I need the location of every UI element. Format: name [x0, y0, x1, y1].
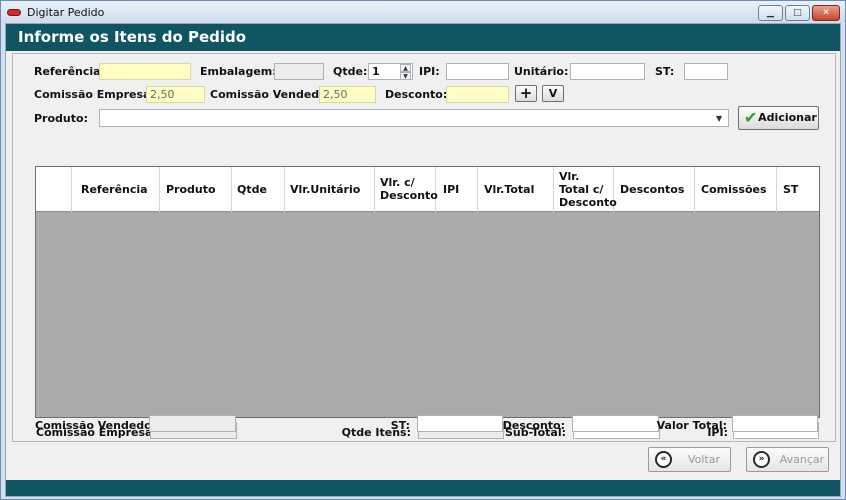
embalagem-label: Embalagem:	[200, 65, 277, 78]
window: Digitar Pedido ▁ □ ✕ Informe os Itens do…	[0, 0, 846, 500]
window-title: Digitar Pedido	[27, 6, 105, 19]
grid-selector-column	[36, 167, 72, 212]
qtde-down-icon[interactable]: ▼	[400, 72, 411, 80]
col-referencia[interactable]: Referência	[72, 167, 160, 212]
minimize-button[interactable]: ▁	[758, 5, 783, 21]
ipi-label: IPI:	[419, 65, 440, 78]
valor-total-label: Valor Total:	[656, 419, 727, 432]
adicionar-button[interactable]: ✔ Adicionar	[738, 106, 819, 130]
add-discount-button[interactable]: +	[515, 85, 537, 102]
voltar-button[interactable]: « Voltar	[648, 447, 731, 472]
col-qtde[interactable]: Qtde	[232, 167, 285, 212]
avancar-label: Avançar	[779, 453, 825, 466]
total-st-field[interactable]	[417, 415, 503, 432]
desconto-input[interactable]	[446, 86, 509, 103]
total-desconto-label: Desconto:	[502, 419, 565, 432]
col-ipi[interactable]: IPI	[436, 167, 478, 212]
title-bar: Digitar Pedido ▁ □ ✕	[1, 1, 845, 23]
chevron-down-icon[interactable]: ▼	[716, 114, 722, 123]
client-area: Informe os Itens do Pedido Referência: E…	[5, 23, 841, 497]
total-st-label: ST:	[390, 419, 410, 432]
col-vlr-total[interactable]: Vlr.Total	[478, 167, 554, 212]
check-icon: ✔	[744, 108, 758, 127]
status-bar	[6, 480, 840, 496]
items-panel: Referência: Embalagem: Qtde: 1 ▲ ▼ IPI: …	[12, 53, 836, 442]
v-button[interactable]: V	[542, 85, 564, 102]
referencia-input[interactable]	[99, 63, 191, 80]
unitario-label: Unitário:	[514, 65, 569, 78]
col-st[interactable]: ST	[777, 167, 819, 212]
st-label: ST:	[655, 65, 675, 78]
referencia-label: Referência:	[34, 65, 106, 78]
total-comissao-vendedor-label: Comissão Vendedor:	[35, 419, 162, 432]
page-title: Informe os Itens do Pedido	[6, 24, 840, 51]
unitario-input[interactable]	[570, 63, 645, 80]
items-grid[interactable]: Referência Produto Qtde Vlr.Unitário Vlr…	[35, 166, 820, 418]
comissao-vendedor-input[interactable]: 2,50	[319, 86, 376, 103]
embalagem-input[interactable]	[274, 63, 324, 80]
double-chevron-right-icon: »	[753, 451, 770, 468]
col-comissoes[interactable]: Comissões	[695, 167, 777, 212]
produto-select[interactable]	[99, 109, 729, 127]
comissao-empresa-input[interactable]: 2,50	[146, 86, 205, 103]
qtde-up-icon[interactable]: ▲	[400, 64, 411, 72]
maximize-button[interactable]: □	[785, 5, 810, 21]
close-button[interactable]: ✕	[812, 5, 840, 21]
st-input[interactable]	[684, 63, 728, 80]
app-icon	[7, 9, 21, 16]
desconto-label: Desconto:	[385, 88, 448, 101]
total-desconto-field[interactable]	[572, 415, 659, 432]
ipi-input[interactable]	[446, 63, 509, 80]
avancar-button[interactable]: » Avançar	[746, 447, 829, 472]
comissao-empresa-label: Comissão Empresa:	[34, 88, 155, 101]
qtde-label: Qtde:	[333, 65, 368, 78]
col-vlr-desconto[interactable]: Vlr. c/ Desconto	[375, 167, 438, 212]
double-chevron-left-icon: «	[655, 451, 672, 468]
comissao-vendedor-label: Comissão Vendedor:	[210, 88, 337, 101]
col-vlr-total-desconto[interactable]: Vlr. Total c/ Desconto	[554, 167, 617, 212]
adicionar-label: Adicionar	[758, 111, 817, 124]
col-descontos[interactable]: Descontos	[614, 167, 695, 212]
voltar-label: Voltar	[687, 453, 721, 466]
grid-header: Referência Produto Qtde Vlr.Unitário Vlr…	[36, 167, 819, 212]
col-produto[interactable]: Produto	[160, 167, 232, 212]
produto-label: Produto:	[34, 112, 88, 125]
col-vlr-unitario[interactable]: Vlr.Unitário	[285, 167, 375, 212]
valor-total-field[interactable]	[732, 415, 818, 432]
total-comissao-vendedor-field	[149, 415, 236, 432]
